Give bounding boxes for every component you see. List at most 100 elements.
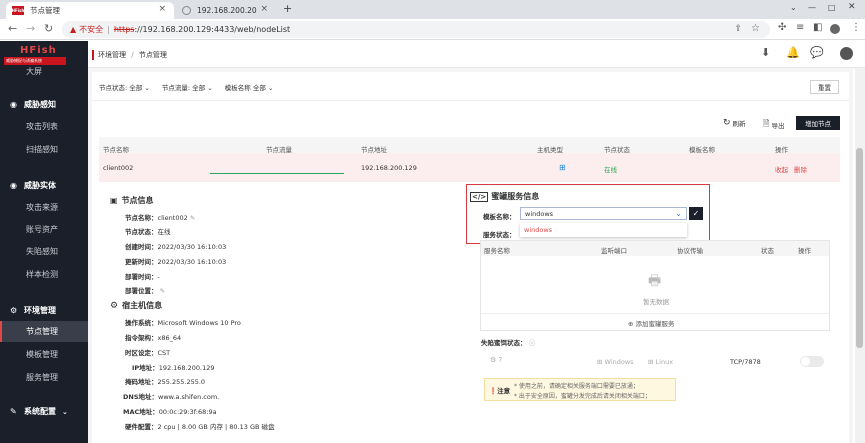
sidebar-item-node-management[interactable]: 节点管理 xyxy=(0,321,88,342)
confirm-template-button[interactable]: ✓ xyxy=(689,207,703,220)
browser-tab-2[interactable]: 192.168.200.20 × xyxy=(176,2,276,19)
close-tab-icon[interactable]: × xyxy=(260,4,268,14)
url-scheme: https xyxy=(113,25,135,34)
maximize-icon[interactable]: □ xyxy=(828,3,836,12)
field-label: MAC地址： xyxy=(123,408,159,416)
tab-search-icon[interactable]: ⌄ xyxy=(790,3,797,12)
empty-inbox-icon: 🖶 xyxy=(648,273,662,289)
service-table-header xyxy=(481,241,829,256)
filter-status-select[interactable]: 全部 xyxy=(129,84,142,92)
trap-windows-option[interactable]: ⊞ Windows xyxy=(597,358,634,366)
sidebar-item-service-management[interactable]: 服务管理 xyxy=(0,372,88,383)
refresh-icon: ↻ xyxy=(723,118,731,128)
export-button[interactable]: 🗎 导出 xyxy=(763,118,784,132)
notification-bell-icon[interactable]: 🔔 xyxy=(786,46,800,59)
trap-toggle[interactable] xyxy=(800,356,824,367)
sidebar-section-threat-awareness[interactable]: ◉ 威胁感知 xyxy=(0,99,88,110)
row-node-address: 192.168.200.129 xyxy=(361,164,417,172)
sidebar-item-scan-awareness[interactable]: 扫描感知 xyxy=(0,144,88,155)
sidebar-section-env-management[interactable]: ⚙ 环境管理 xyxy=(0,305,88,316)
reload-icon[interactable]: ↻ xyxy=(44,22,53,35)
help-icon[interactable]: ⓘ xyxy=(529,339,536,347)
section-label: 系统配置 xyxy=(24,407,56,416)
toggle-knob xyxy=(801,357,810,366)
filter-traffic-select[interactable]: 全部 xyxy=(192,84,205,92)
not-secure-label: 不安全 xyxy=(79,25,104,34)
hfish-favicon-icon: HFish xyxy=(11,6,25,15)
chevron-down-icon: ⌄ xyxy=(144,84,150,92)
close-tab-icon[interactable]: × xyxy=(158,4,166,14)
user-avatar[interactable] xyxy=(840,47,853,60)
minimize-icon[interactable]: — xyxy=(808,3,816,12)
profile-avatar-icon[interactable] xyxy=(830,24,840,34)
logo-title: HFish xyxy=(20,45,57,56)
back-icon[interactable]: ← xyxy=(8,22,17,35)
forward-icon[interactable]: → xyxy=(26,22,35,35)
breadcrumb-root[interactable]: 环境管理 xyxy=(98,51,126,59)
chevron-down-icon: ⌄ xyxy=(675,209,682,218)
browser-menu-icon[interactable]: ⋮ xyxy=(851,22,861,33)
honeypot-code-icon: </> xyxy=(470,191,489,202)
trap-linux-option[interactable]: ⊞ Linux xyxy=(648,358,673,366)
notice-title-text: 注意 xyxy=(497,387,511,395)
timezone-value: CST xyxy=(157,349,171,357)
share-icon[interactable]: ⇪ xyxy=(734,24,742,34)
tab-title: 节点管理 xyxy=(30,6,60,15)
host-info-title: ⚙ 宿主机信息 xyxy=(110,300,162,311)
notice-title: ❗注意 xyxy=(489,385,510,395)
sidebar-section-system-config[interactable]: ✎ 系统配置 ⌄ xyxy=(0,406,88,417)
notice-line-2: * 出于安全原因，蜜罐分发完成后请关闭相关端口； xyxy=(514,393,651,400)
edit-pencil-icon[interactable]: ✎ xyxy=(190,214,195,222)
edit-pencil-icon[interactable]: ✎ xyxy=(160,287,165,295)
scrollbar-thumb[interactable] xyxy=(856,148,863,348)
traffic-sparkline xyxy=(210,173,344,174)
sidebar-item-account-assets[interactable]: 账号资产 xyxy=(0,224,88,235)
sidebar-item-attack-list[interactable]: 攻击列表 xyxy=(0,121,88,132)
add-service-button[interactable]: ⊕ 添加蜜罐服务 xyxy=(628,318,675,328)
window-close-icon[interactable]: ✕ xyxy=(848,2,856,12)
extensions-icon[interactable]: ✣ xyxy=(778,22,786,33)
filter-bar: 节点状态: 全部 ⌄ 节点流量: 全部 ⌄ 模板名称 全部 ⌄ xyxy=(99,82,273,92)
col-service-name: 服务名称 xyxy=(484,247,510,255)
netmask-value: 255.255.255.0 xyxy=(157,378,206,386)
warning-icon: ▲ xyxy=(70,25,77,34)
sidebar-item-sample-detection[interactable]: 样本检测 xyxy=(0,269,88,280)
refresh-button[interactable]: ↻ 刷新 xyxy=(723,118,746,128)
sidebar-item-template-management[interactable]: 模板管理 xyxy=(0,349,88,360)
chat-icon[interactable]: 💬 xyxy=(810,46,824,59)
hfish-logo: HFish 威胁捕捉与诱骗系统 xyxy=(4,45,66,67)
col-protocol: 协议传输 xyxy=(677,247,703,255)
col-operation: 操作 xyxy=(798,247,811,255)
add-node-button[interactable]: 增加节点 xyxy=(796,116,840,130)
collapse-link[interactable]: 收起 xyxy=(775,164,788,174)
template-select[interactable]: windows ⌄ xyxy=(520,207,687,220)
page-scrollbar[interactable] xyxy=(855,68,865,443)
trap-linux-label: Linux xyxy=(655,358,674,366)
browser-tab-active[interactable]: HFish 节点管理 × xyxy=(6,2,174,19)
url-text: ://192.168.200.129:4433/web/nodeList xyxy=(134,25,291,34)
mac-value: 00:0c:29:3f:68:9a xyxy=(158,408,217,416)
section-label: 威胁实体 xyxy=(24,181,56,190)
url-bar[interactable]: ▲ 不安全 | https ://192.168.200.129:4433/we… xyxy=(62,21,770,38)
sidebar-item-partial[interactable]: 大屏 xyxy=(0,67,88,77)
side-panel-icon[interactable]: ◧ xyxy=(813,22,822,33)
reset-button[interactable]: 重置 xyxy=(810,80,839,94)
sidebar-section-threat-entity[interactable]: ◉ 威胁实体 xyxy=(0,180,88,191)
bookmark-star-icon[interactable]: ☆ xyxy=(751,23,760,34)
browser-tab-bar: HFish 节点管理 × 192.168.200.20 × + ⌄ — □ ✕ xyxy=(0,0,865,19)
sidebar-item-attack-source[interactable]: 攻击来源 xyxy=(0,202,88,213)
download-icon[interactable]: ⬇ xyxy=(761,46,770,59)
node-name-value: client002 xyxy=(157,214,188,222)
updated-time-value: 2022/03/30 16:10:03 xyxy=(157,258,227,266)
field-label: 部署时间： xyxy=(125,273,158,281)
template-dropdown-option[interactable]: windows xyxy=(520,223,687,237)
sidebar-item-compromise[interactable]: 失陷感知 xyxy=(0,246,88,257)
new-tab-button[interactable]: + xyxy=(283,2,292,15)
node-list-card: 节点状态: 全部 ⌄ 节点流量: 全部 ⌄ 模板名称 全部 ⌄ 重置 ↻ 刷新 🗎… xyxy=(92,72,849,443)
filter-template-select[interactable]: 全部 xyxy=(253,84,266,92)
reading-list-icon[interactable]: ≡ xyxy=(796,22,804,33)
export-file-icon: 🗎 xyxy=(763,119,770,128)
globe-icon xyxy=(182,6,191,15)
table-row[interactable] xyxy=(99,153,840,182)
delete-link[interactable]: 删除 xyxy=(794,164,807,174)
